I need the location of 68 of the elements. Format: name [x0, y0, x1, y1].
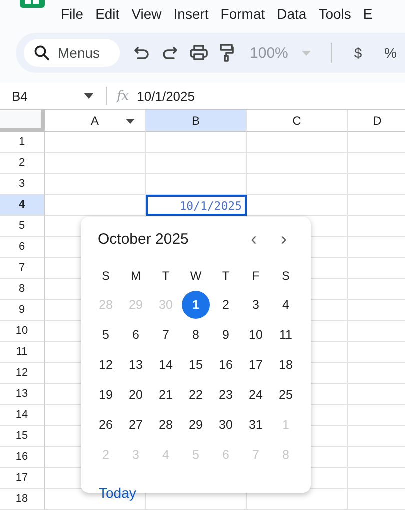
calendar-day[interactable]: 22 — [182, 381, 210, 409]
currency-format-button[interactable]: $ — [344, 44, 372, 62]
menu-item[interactable]: Insert — [174, 6, 209, 22]
calendar-day[interactable]: 25 — [272, 381, 300, 409]
calendar-day[interactable]: 17 — [242, 351, 270, 379]
menu-item[interactable]: Tools — [318, 6, 352, 22]
menu-item[interactable]: Format — [220, 6, 266, 22]
calendar-day[interactable]: 20 — [122, 381, 150, 409]
print-icon[interactable] — [190, 45, 208, 61]
calendar-day[interactable]: 15 — [182, 351, 210, 379]
calendar-day[interactable]: 14 — [152, 351, 180, 379]
weekday-label: W — [189, 268, 203, 285]
date-cell[interactable]: 10/1/2025 — [146, 195, 247, 216]
column-header[interactable]: A — [45, 110, 146, 132]
row-header[interactable]: 4 — [0, 195, 45, 216]
function-icon: fx — [117, 88, 130, 104]
caret-icon[interactable] — [84, 93, 94, 99]
calendar-day[interactable]: 8 — [182, 321, 210, 349]
calendar-day[interactable]: 19 — [92, 381, 120, 409]
calendar-day[interactable]: 6 — [122, 321, 150, 349]
weekday-label: F — [251, 268, 261, 285]
percent-format-button[interactable]: % — [376, 44, 405, 62]
month-title: October 2025 — [98, 230, 190, 248]
calendar-day[interactable]: 12 — [92, 351, 120, 379]
caret-icon[interactable] — [126, 119, 135, 124]
calendar-day[interactable]: 13 — [122, 351, 150, 379]
column-header[interactable]: C — [247, 110, 348, 132]
column-header[interactable]: B — [146, 110, 247, 132]
weekday-label: S — [100, 268, 111, 285]
next-month-button[interactable]: › — [269, 228, 299, 250]
calendar-day[interactable]: 31 — [242, 411, 270, 439]
formula-input[interactable]: 10/1/2025 — [137, 88, 195, 104]
weekday-label: S — [280, 268, 291, 285]
paint-roller-icon[interactable] — [220, 44, 234, 62]
menu-item[interactable]: File — [61, 6, 84, 22]
undo-icon[interactable] — [134, 46, 150, 60]
calendar-day[interactable]: 18 — [272, 351, 300, 379]
name-box[interactable]: B4 — [0, 88, 84, 104]
today-button[interactable]: Today — [93, 481, 142, 505]
menu-item[interactable]: Data — [277, 6, 307, 22]
previous-month-button[interactable]: ‹ — [239, 228, 269, 250]
calendar-day[interactable]: 11 — [272, 321, 300, 349]
menu-item[interactable]: Edit — [96, 6, 120, 22]
menu-item[interactable]: E — [363, 6, 373, 22]
calendar-day[interactable]: 4 — [272, 291, 300, 319]
calendar-day[interactable]: 21 — [152, 381, 180, 409]
calendar-day[interactable]: 30 — [212, 411, 240, 439]
weekday-label: M — [130, 268, 142, 285]
calendar-day[interactable]: 24 — [242, 381, 270, 409]
search-icon — [34, 45, 50, 61]
calendar-day[interactable]: 16 — [212, 351, 240, 379]
weekday-label: T — [221, 268, 231, 285]
weekday-label: T — [161, 268, 171, 285]
calendar-day[interactable]: 29 — [182, 411, 210, 439]
calendar-day[interactable]: 27 — [122, 411, 150, 439]
calendar-day[interactable]: 10 — [242, 321, 270, 349]
calendar-day[interactable]: 9 — [212, 321, 240, 349]
calendar-day[interactable]: 2 — [212, 291, 240, 319]
search-menus-field[interactable]: Menus — [24, 39, 120, 67]
calendar-day[interactable]: 7 — [152, 321, 180, 349]
calendar-day[interactable]: 5 — [92, 321, 120, 349]
calendar-day[interactable]: 23 — [212, 381, 240, 409]
calendar-day[interactable]: 26 — [92, 411, 120, 439]
calendar-day[interactable]: 1 — [182, 291, 210, 319]
menu-item[interactable]: View — [132, 6, 162, 22]
calendar-day[interactable]: 28 — [152, 411, 180, 439]
redo-icon[interactable] — [162, 46, 178, 60]
calendar-day[interactable]: 3 — [242, 291, 270, 319]
